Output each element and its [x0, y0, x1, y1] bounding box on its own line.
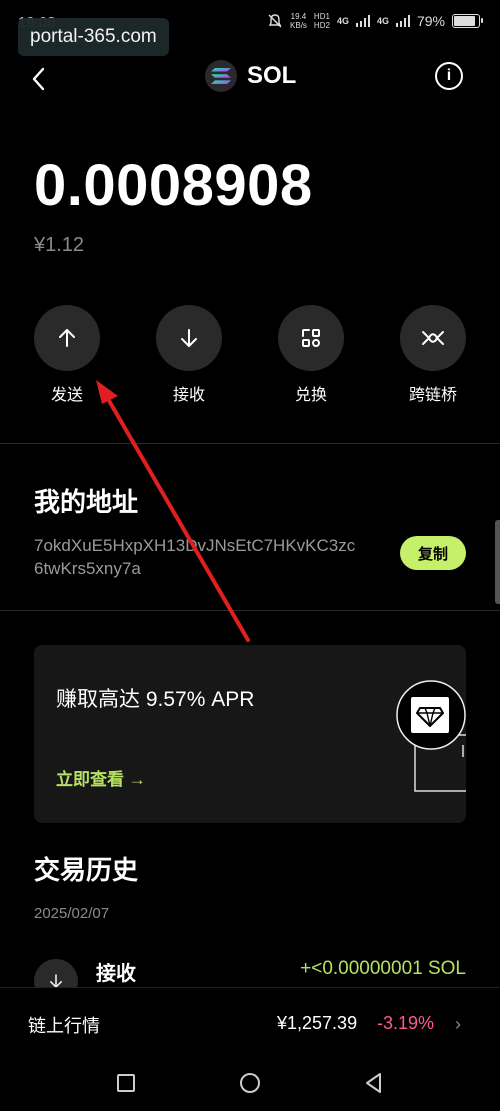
diamond-illustration-icon: [396, 680, 466, 792]
bridge-circle[interactable]: [400, 305, 466, 371]
header: SOL i: [0, 52, 500, 102]
balance-fiat: ¥1.12: [34, 234, 85, 256]
swap-circle[interactable]: [278, 305, 344, 371]
history-title: 交易历史: [34, 855, 139, 885]
bridge-icon: [422, 331, 444, 345]
signal-icon: [355, 15, 370, 27]
tx-amount: +<0.00000001 SOL: [300, 958, 466, 979]
send-circle[interactable]: [34, 305, 100, 371]
solana-logo-icon: [205, 60, 237, 92]
net-speed: 19.4 KB/s: [290, 12, 307, 30]
back-button[interactable]: [24, 64, 54, 94]
recents-icon[interactable]: [114, 1071, 138, 1095]
signal-icon: [395, 15, 410, 27]
history-date: 2025/02/07: [34, 905, 110, 922]
signal-1-label: 4G: [336, 16, 349, 26]
home-icon[interactable]: [238, 1071, 262, 1095]
send-label: 发送: [50, 387, 83, 404]
signal-2-label: 4G: [376, 16, 389, 26]
battery-fill: [454, 16, 475, 26]
token-title: SOL: [205, 60, 296, 92]
mute-bell-icon: [268, 14, 282, 28]
info-icon: i: [446, 67, 452, 84]
market-bar[interactable]: 链上行情 ¥1,257.39 -3.19% ›: [0, 987, 500, 1057]
divider: [0, 443, 500, 444]
market-change: -3.19%: [377, 1013, 435, 1033]
status-icons: 19.4 KB/s HD1 HD2 4G 4G 79%: [267, 12, 483, 30]
earn-view-link[interactable]: 立即查看 →: [56, 765, 146, 790]
earn-card[interactable]: 赚取高达 9.57% APR 立即查看 →: [34, 645, 466, 823]
swap-icon: [302, 329, 320, 347]
earn-title: 赚取高达 9.57% APR: [56, 688, 255, 711]
balance-amount: 0.0008908: [34, 153, 313, 218]
url-badge: portal-365.com: [18, 18, 169, 56]
back-nav-icon[interactable]: [362, 1071, 386, 1095]
send-button[interactable]: 发送: [22, 305, 112, 405]
system-nav-bar: [0, 1057, 500, 1111]
battery-icon: [452, 14, 483, 28]
bridge-label: 跨链桥: [408, 387, 457, 404]
divider: [0, 610, 500, 611]
battery-percent: 79%: [416, 13, 445, 29]
copy-button[interactable]: 复制: [400, 536, 466, 570]
page-title: SOL: [247, 62, 297, 89]
market-price: ¥1,257.39: [277, 1013, 358, 1033]
receive-circle[interactable]: [156, 305, 222, 371]
market-label: 链上行情: [28, 1016, 100, 1036]
edge-handle[interactable]: [495, 520, 500, 604]
tx-label: 接收: [96, 963, 136, 985]
chevron-left-icon: [32, 67, 45, 91]
bridge-button[interactable]: 跨链桥: [388, 305, 478, 405]
receive-label: 接收: [172, 387, 205, 404]
arrow-up-icon: [59, 329, 75, 347]
hd-indicator: HD1 HD2: [313, 12, 330, 30]
receive-button[interactable]: 接收: [144, 305, 234, 405]
address-title: 我的地址: [34, 487, 139, 517]
swap-label: 兑换: [294, 387, 327, 404]
swap-button[interactable]: 兑换: [266, 305, 356, 405]
arrow-down-icon: [181, 329, 197, 347]
address-value: 7okdXuE5HxpXH13DvJNsEtC7HKvKC3zc6twKrs5x…: [34, 536, 356, 578]
chevron-right-icon: ›: [455, 1014, 461, 1034]
info-button[interactable]: i: [435, 62, 463, 90]
